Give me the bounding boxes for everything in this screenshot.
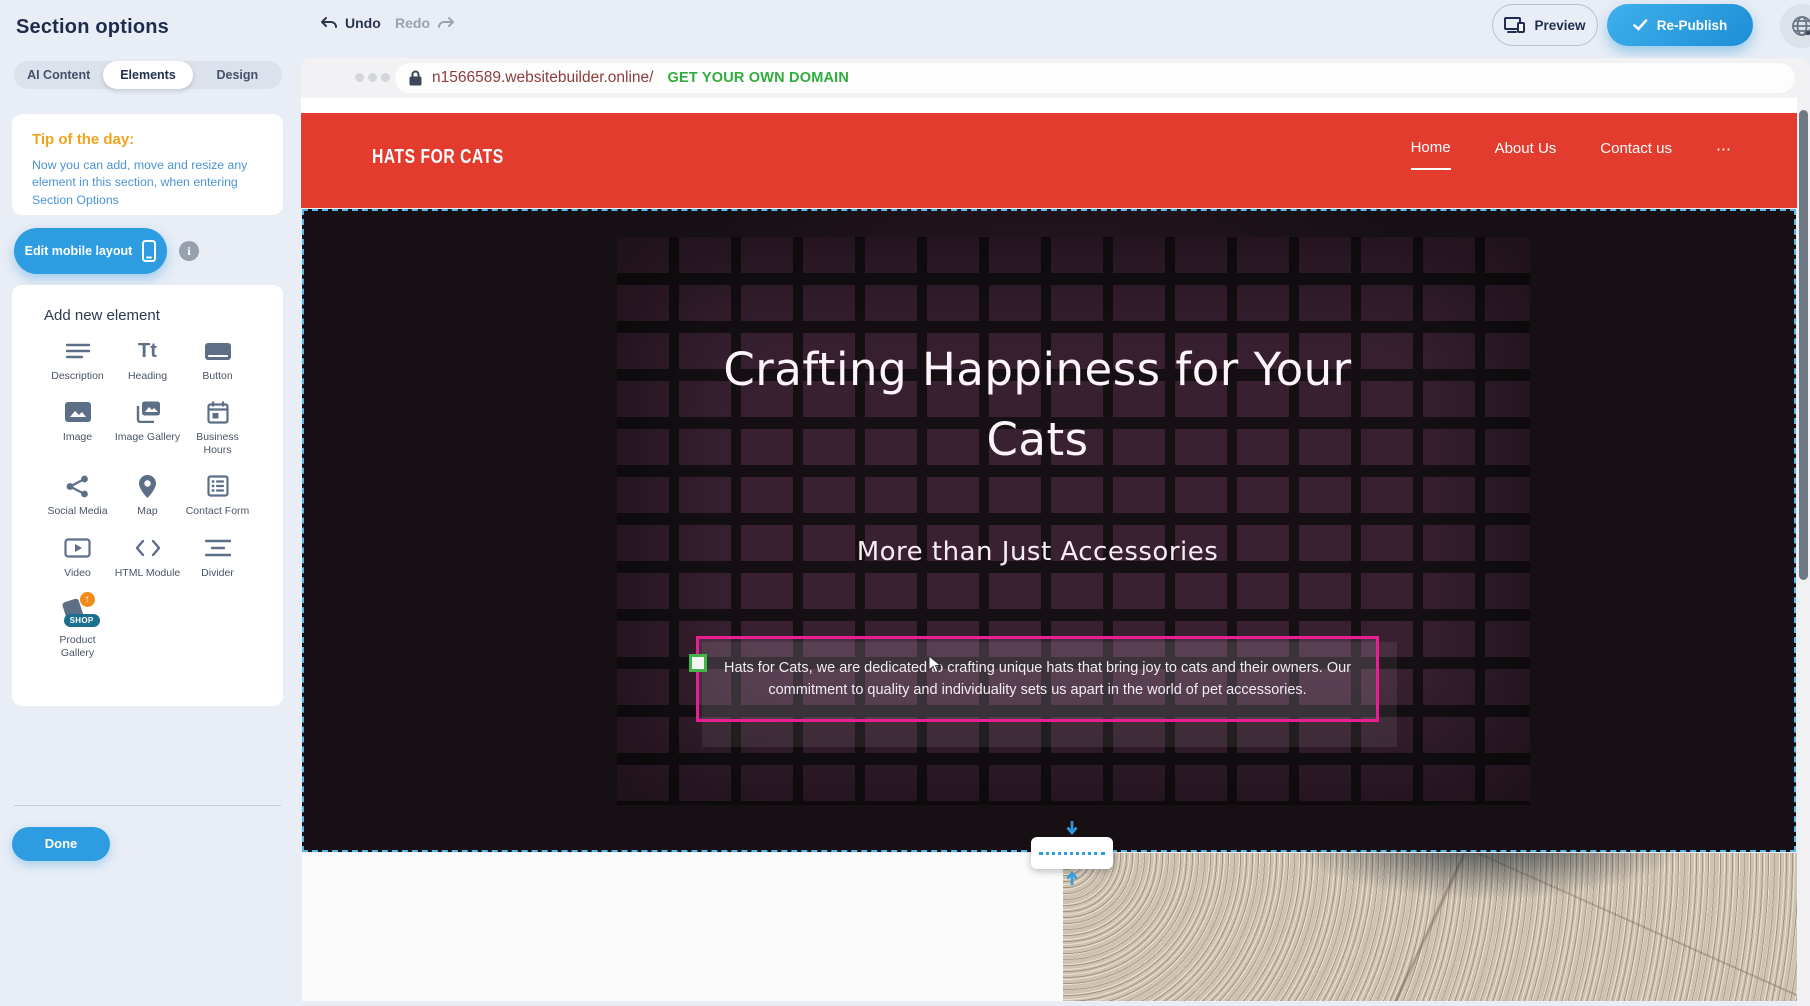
element-html-module[interactable]: HTML Module [113,535,183,580]
get-domain-link[interactable]: GET YOUR OWN DOMAIN [667,70,849,86]
resize-dashed-line [1039,852,1105,855]
element-business-hours[interactable]: Business Hours [183,399,253,457]
redo-icon [437,16,455,30]
form-icon [207,473,229,499]
canvas-scrollbar-thumb[interactable] [1799,110,1808,580]
text-lines-icon [66,338,90,364]
element-description[interactable]: Description [43,338,113,383]
button-icon [204,338,232,364]
image-icon [65,399,91,425]
site-logo[interactable]: HATS FOR CATS [372,145,504,169]
divider-icon [205,535,231,561]
language-globe-button[interactable] [1780,4,1810,48]
hero-subheading[interactable]: More than Just Accessories [696,537,1379,567]
add-element-title: Add new element [44,307,283,324]
shop-badge: SHOP [64,614,100,627]
calendar-icon [207,399,229,425]
site-header: HATS FOR CATS Home About Us Contact us ⋯ [301,113,1797,208]
browser-dot [381,73,390,82]
preview-button[interactable]: Preview [1492,4,1598,46]
arrow-down-icon [1065,821,1079,836]
undo-icon [320,16,338,30]
nav-home[interactable]: Home [1411,139,1451,170]
tab-ai-content[interactable]: AI Content [14,61,103,89]
hero-section-selected[interactable]: Crafting Happiness for Your Cats More th… [302,209,1796,852]
nav-more-icon[interactable]: ⋯ [1716,140,1731,170]
hero-heading[interactable]: Crafting Happiness for Your Cats [696,335,1379,475]
map-pin-icon [139,473,156,499]
element-button[interactable]: Button [183,338,253,383]
arrow-up-icon [1065,870,1079,885]
element-divider[interactable]: Divider [183,535,253,580]
republish-button[interactable]: Re-Publish [1607,4,1753,46]
edit-mobile-layout-button[interactable]: Edit mobile layout [14,228,167,274]
element-map[interactable]: Map [113,473,183,518]
info-icon[interactable]: i [179,241,199,261]
tip-of-the-day-card: Tip of the day: Now you can add, move an… [12,114,283,215]
image-gallery-icon [134,399,161,425]
devices-icon [1504,17,1526,33]
browser-toolbar: n1566589.websitebuilder.online/ GET YOUR… [301,58,1810,98]
element-image-gallery[interactable]: Image Gallery [113,399,183,457]
code-icon [135,535,161,561]
nav-contact-us[interactable]: Contact us [1600,140,1672,169]
element-social-media[interactable]: Social Media [43,473,113,518]
element-heading[interactable]: Tt Heading [113,338,183,383]
nav-about-us[interactable]: About Us [1495,140,1557,169]
globe-icon [1791,15,1810,37]
tab-design[interactable]: Design [193,61,282,89]
done-button[interactable]: Done [12,827,110,861]
next-section-floor-image [1063,853,1797,1001]
app-window: Section options Undo Redo Preview Re-Pub… [0,0,1810,1006]
element-contact-form[interactable]: Contact Form [183,473,253,518]
panel-divider [14,805,281,806]
element-product-gallery[interactable]: ↑ SHOP Product Gallery [43,596,113,660]
tab-elements[interactable]: Elements [103,61,192,89]
undo-button[interactable]: Undo [320,15,381,31]
panel-tabs: AI Content Elements Design [14,61,282,89]
redo-button[interactable]: Redo [395,15,455,31]
page-top-strip [301,98,1797,113]
section-resize-handle[interactable] [1031,837,1113,869]
add-element-panel: Add new element Description Tt Heading B… [12,285,283,706]
address-bar[interactable]: n1566589.websitebuilder.online/ GET YOUR… [395,63,1795,93]
element-video[interactable]: Video [43,535,113,580]
browser-dot [368,73,377,82]
browser-dot [355,73,364,82]
phone-icon [142,240,156,262]
site-nav: Home About Us Contact us ⋯ [1411,139,1731,170]
page-title: Section options [16,16,169,39]
video-icon [64,535,91,561]
tip-title: Tip of the day: [32,131,263,148]
element-image[interactable]: Image [43,399,113,457]
lock-icon [409,70,422,86]
site-url: n1566589.websitebuilder.online/ [432,69,653,87]
product-gallery-icon: ↑ SHOP [59,596,97,628]
hero-paragraph[interactable]: Hats for Cats, we are dedicated to craft… [718,657,1358,702]
element-grid: Description Tt Heading Button Image [12,338,283,660]
check-icon [1633,19,1648,31]
heading-icon: Tt [138,338,157,364]
next-section-left [302,853,1063,1001]
drag-handle[interactable] [689,654,707,672]
mouse-cursor [928,655,942,675]
tip-body: Now you can add, move and resize any ele… [32,157,263,209]
top-toolbar: Section options Undo Redo Preview Re-Pub… [0,0,1810,56]
upgrade-badge-icon: ↑ [80,592,95,607]
selected-text-element[interactable]: Hats for Cats, we are dedicated to craft… [696,636,1379,722]
share-icon [66,473,89,499]
